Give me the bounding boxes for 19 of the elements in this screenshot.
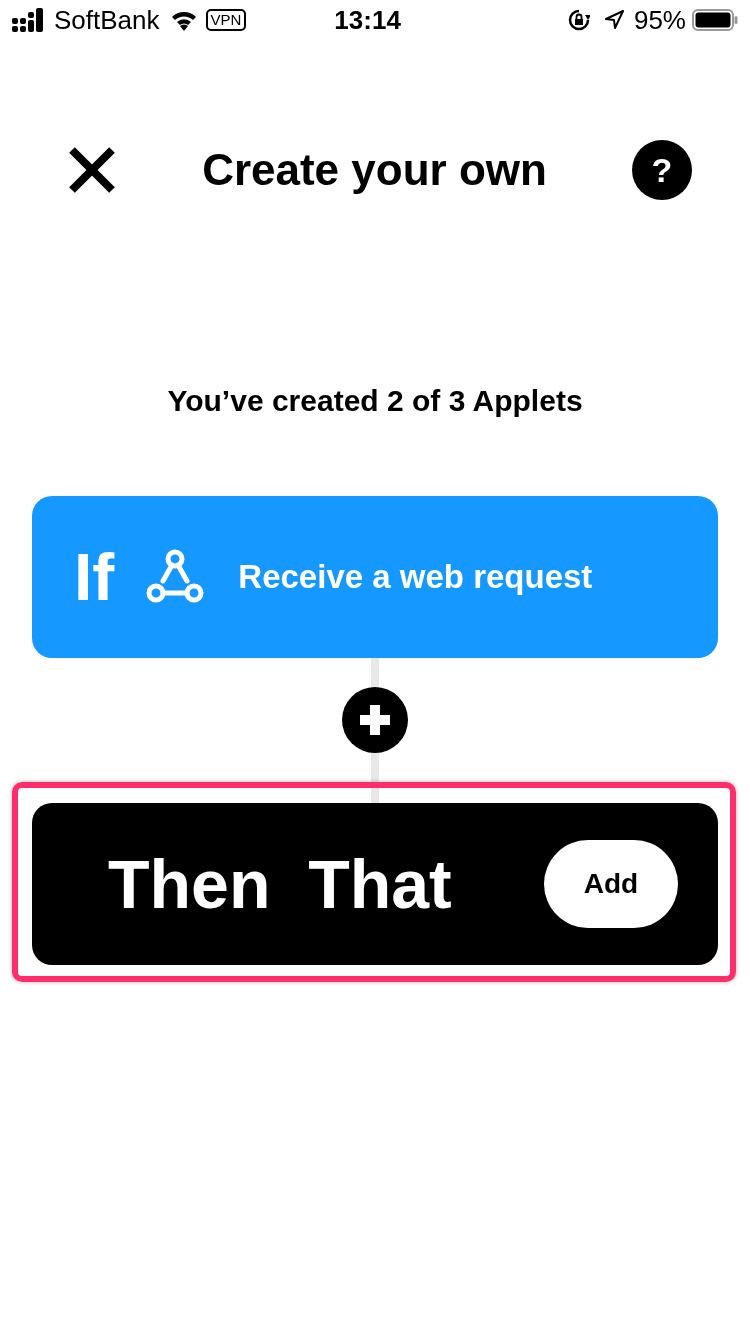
action-label: Then That: [108, 845, 453, 924]
battery-icon: [692, 9, 738, 31]
status-time: 13:14: [334, 3, 401, 37]
applet-count: You’ve created 2 of 3 Applets: [166, 383, 584, 419]
carrier-name: SoftBank: [54, 3, 160, 37]
add-button[interactable]: Add: [544, 840, 678, 928]
action-card[interactable]: Then That Add: [32, 803, 718, 965]
close-button[interactable]: [67, 145, 117, 195]
close-icon: [67, 145, 117, 195]
vpn-badge: VPN: [205, 9, 247, 31]
location-icon: [603, 10, 624, 30]
rotation-lock-icon: [567, 9, 590, 31]
help-button[interactable]: ?: [632, 140, 692, 200]
page-title: Create your own: [201, 144, 548, 196]
signal-icon: [12, 8, 46, 32]
battery-percent: 95%: [633, 3, 686, 37]
plus-icon: [360, 705, 390, 735]
trigger-label: Receive a web request: [238, 557, 593, 598]
if-keyword: If: [74, 538, 115, 616]
